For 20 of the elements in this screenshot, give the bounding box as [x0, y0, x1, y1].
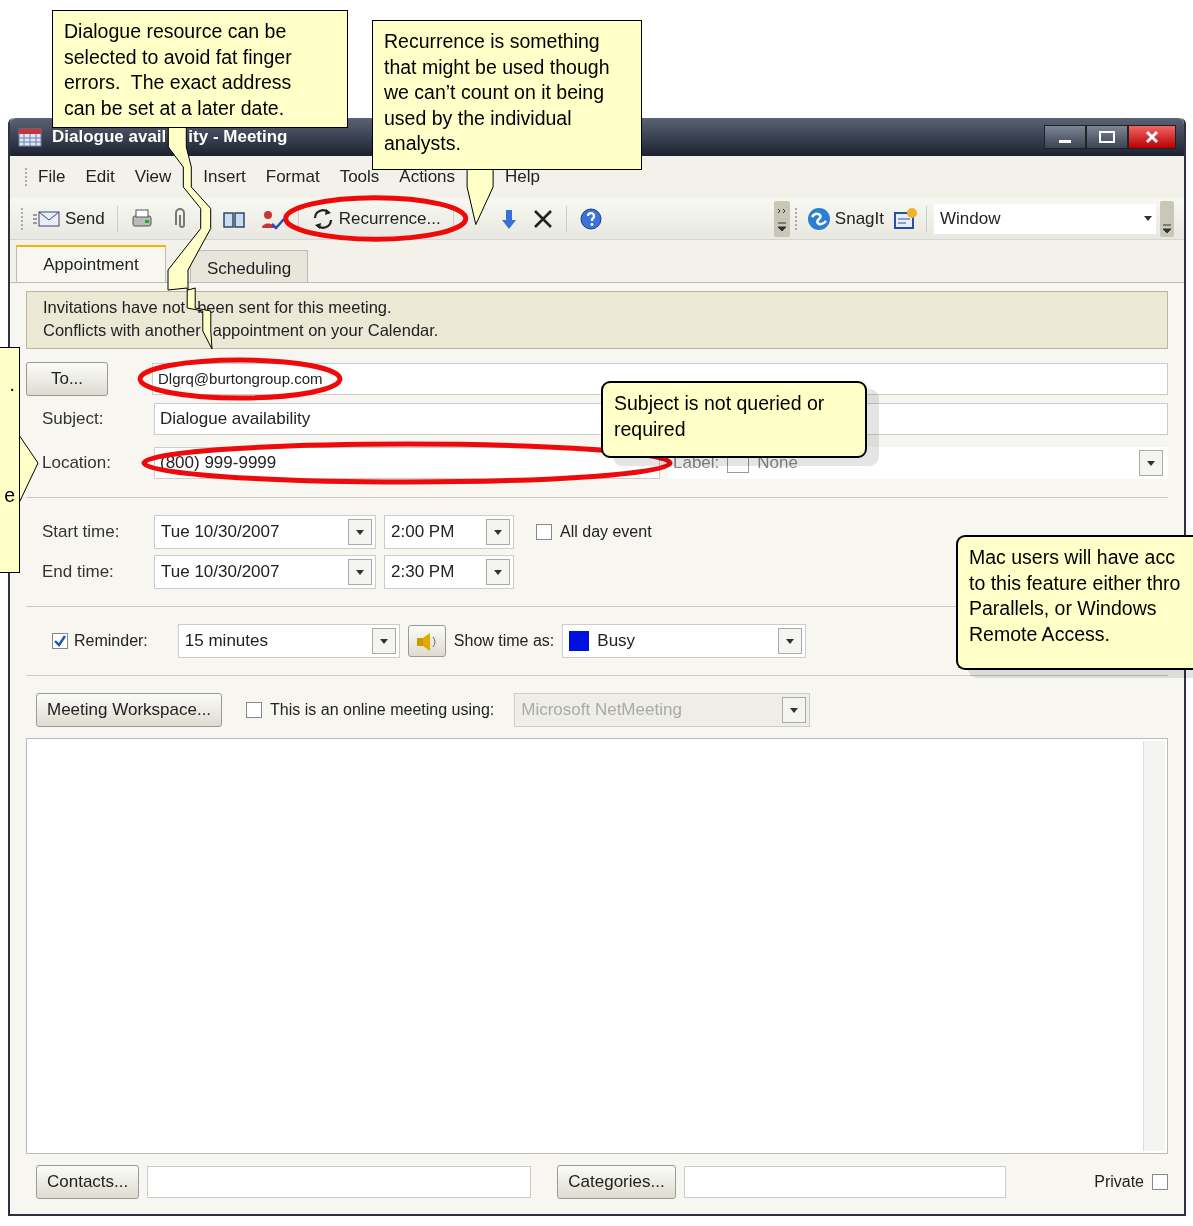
- window-title: Dialogue avail: [52, 126, 167, 149]
- checkbox-label: Reminder:: [74, 631, 148, 651]
- field-label: Start time:: [42, 521, 121, 544]
- callout-text: e: [4, 482, 15, 508]
- checkbox-label: All day event: [560, 522, 652, 542]
- window-title: ity - Meeting: [188, 126, 288, 149]
- checkbox-label: Private: [1094, 1172, 1144, 1192]
- checkbox-label: This is an online meeting using:: [270, 700, 495, 720]
- info-message: appointment on your Calendar.: [212, 320, 439, 341]
- field-label: Subject:: [42, 408, 105, 431]
- callout-text: Recurrence is something that might be used though we can’t count on it being used by the individual analysts.: [384, 29, 611, 156]
- callout-text: .: [9, 372, 15, 397]
- callout-text: Mac users will have acc to this feature either thro Parallels, or Windows Remote Access.: [969, 545, 1182, 647]
- info-message: Invitations have not: [43, 297, 186, 318]
- callout-text: Dialogue resource can be selected to avoid fat finger errors. The exact address can be set at a later date.: [64, 19, 293, 121]
- picker-value: None: [757, 452, 798, 475]
- field-label: End time:: [42, 561, 115, 584]
- info-message: Conflicts with another: [43, 320, 201, 341]
- field-label: Show time as:: [453, 631, 555, 651]
- field-label: Location:: [42, 452, 112, 475]
